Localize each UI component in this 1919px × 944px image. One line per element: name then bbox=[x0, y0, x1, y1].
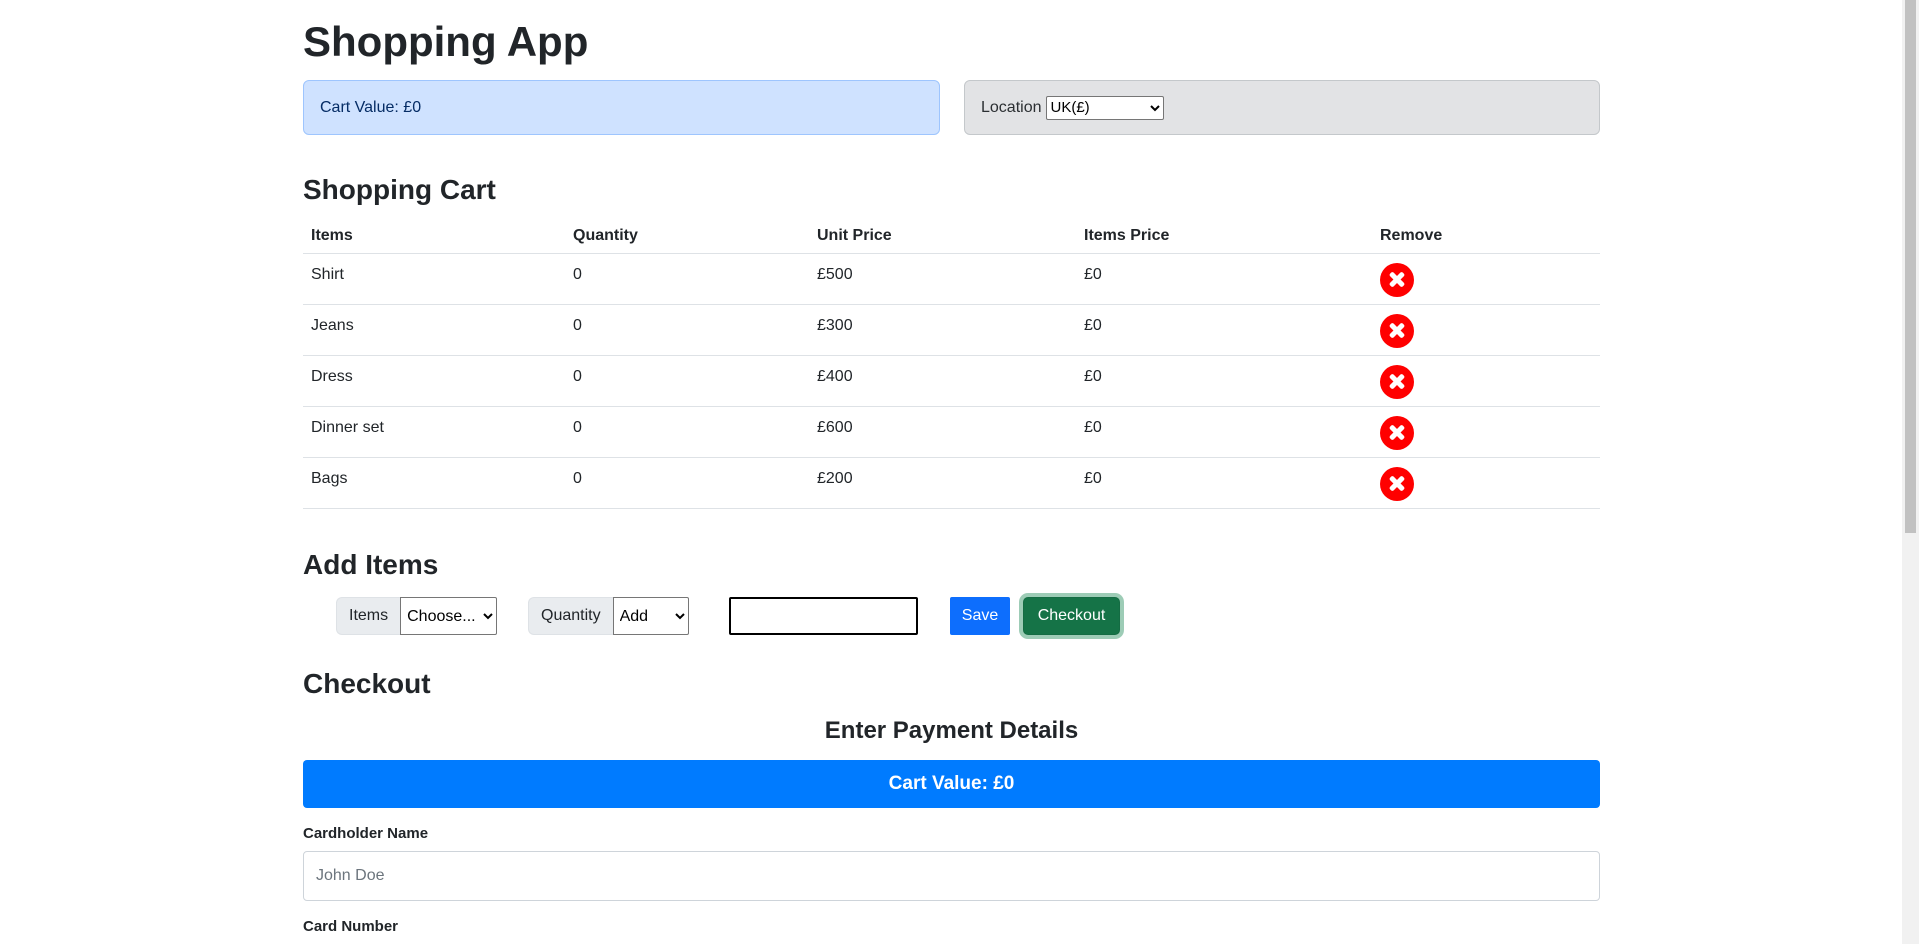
item-quantity: 0 bbox=[565, 457, 809, 509]
item-unit-price: £400 bbox=[809, 355, 1076, 407]
item-name: Jeans bbox=[303, 304, 565, 356]
item-quantity: 0 bbox=[565, 406, 809, 458]
item-quantity: 0 bbox=[565, 355, 809, 407]
remove-x-circle-icon[interactable] bbox=[1380, 314, 1414, 348]
item-unit-price: £500 bbox=[809, 253, 1076, 305]
column-header-remove: Remove bbox=[1372, 218, 1600, 254]
cart-table: Items Quantity Unit Price Items Price Re… bbox=[303, 218, 1600, 509]
checkout-title: Checkout bbox=[303, 668, 431, 699]
column-header-items-price: Items Price bbox=[1076, 218, 1372, 254]
table-row: Jeans 0 £300 £0 bbox=[303, 304, 1600, 356]
items-select[interactable]: Choose... bbox=[400, 597, 498, 635]
cardholder-name-label: Cardholder Name bbox=[303, 825, 429, 842]
page-title: Shopping App bbox=[303, 18, 589, 65]
items-label: Items bbox=[336, 597, 401, 635]
column-header-unit-price: Unit Price bbox=[809, 218, 1076, 254]
remove-x-circle-icon[interactable] bbox=[1380, 263, 1414, 297]
table-header-row: Items Quantity Unit Price Items Price Re… bbox=[303, 218, 1600, 254]
column-header-items: Items bbox=[303, 218, 565, 254]
add-items-form: Items Choose... Quantity Add Save Checko… bbox=[303, 597, 1600, 635]
cardholder-name-input[interactable] bbox=[303, 851, 1600, 901]
item-name: Bags bbox=[303, 457, 565, 509]
vertical-scrollbar[interactable] bbox=[1902, 0, 1919, 944]
remove-x-circle-icon[interactable] bbox=[1380, 365, 1414, 399]
save-button[interactable]: Save bbox=[950, 597, 1010, 635]
table-row: Dress 0 £400 £0 bbox=[303, 355, 1600, 407]
add-items-title: Add Items bbox=[303, 549, 439, 580]
quantity-input[interactable] bbox=[729, 597, 918, 635]
payment-details-title: Enter Payment Details bbox=[824, 717, 1079, 744]
item-name: Dinner set bbox=[303, 406, 565, 458]
item-total-price: £0 bbox=[1076, 253, 1372, 305]
cart-value-alert: Cart Value: £0 bbox=[303, 80, 940, 135]
item-quantity: 0 bbox=[565, 304, 809, 356]
item-total-price: £0 bbox=[1076, 355, 1372, 407]
item-total-price: £0 bbox=[1076, 304, 1372, 356]
item-unit-price: £200 bbox=[809, 457, 1076, 509]
cart-value-text: Cart Value: £0 bbox=[320, 98, 422, 116]
remove-x-circle-icon[interactable] bbox=[1380, 467, 1414, 501]
quantity-label: Quantity bbox=[528, 597, 613, 635]
item-name: Shirt bbox=[303, 253, 565, 305]
items-input-group: Items Choose... bbox=[336, 597, 498, 635]
item-total-price: £0 bbox=[1076, 457, 1372, 509]
location-label: Location bbox=[981, 98, 1042, 116]
remove-x-circle-icon[interactable] bbox=[1380, 416, 1414, 450]
item-unit-price: £300 bbox=[809, 304, 1076, 356]
quantity-input-group: Quantity Add bbox=[528, 597, 689, 635]
location-alert: Location UK(£) bbox=[964, 80, 1600, 135]
table-row: Shirt 0 £500 £0 bbox=[303, 253, 1600, 305]
scrollbar-thumb[interactable] bbox=[1905, 0, 1916, 533]
table-row: Dinner set 0 £600 £0 bbox=[303, 406, 1600, 458]
location-select[interactable]: UK(£) bbox=[1045, 95, 1164, 120]
table-row: Bags 0 £200 £0 bbox=[303, 457, 1600, 509]
item-quantity: 0 bbox=[565, 253, 809, 305]
column-header-quantity: Quantity bbox=[565, 218, 809, 254]
card-number-label: Card Number bbox=[303, 918, 399, 935]
item-unit-price: £600 bbox=[809, 406, 1076, 458]
shopping-cart-title: Shopping Cart bbox=[303, 174, 496, 205]
checkout-button[interactable]: Checkout bbox=[1023, 597, 1120, 635]
page: Shopping App Cart Value: £0 Location UK(… bbox=[0, 0, 1919, 944]
item-name: Dress bbox=[303, 355, 565, 407]
cart-value-banner: Cart Value: £0 bbox=[303, 760, 1600, 808]
item-total-price: £0 bbox=[1076, 406, 1372, 458]
quantity-select[interactable]: Add bbox=[612, 597, 689, 635]
